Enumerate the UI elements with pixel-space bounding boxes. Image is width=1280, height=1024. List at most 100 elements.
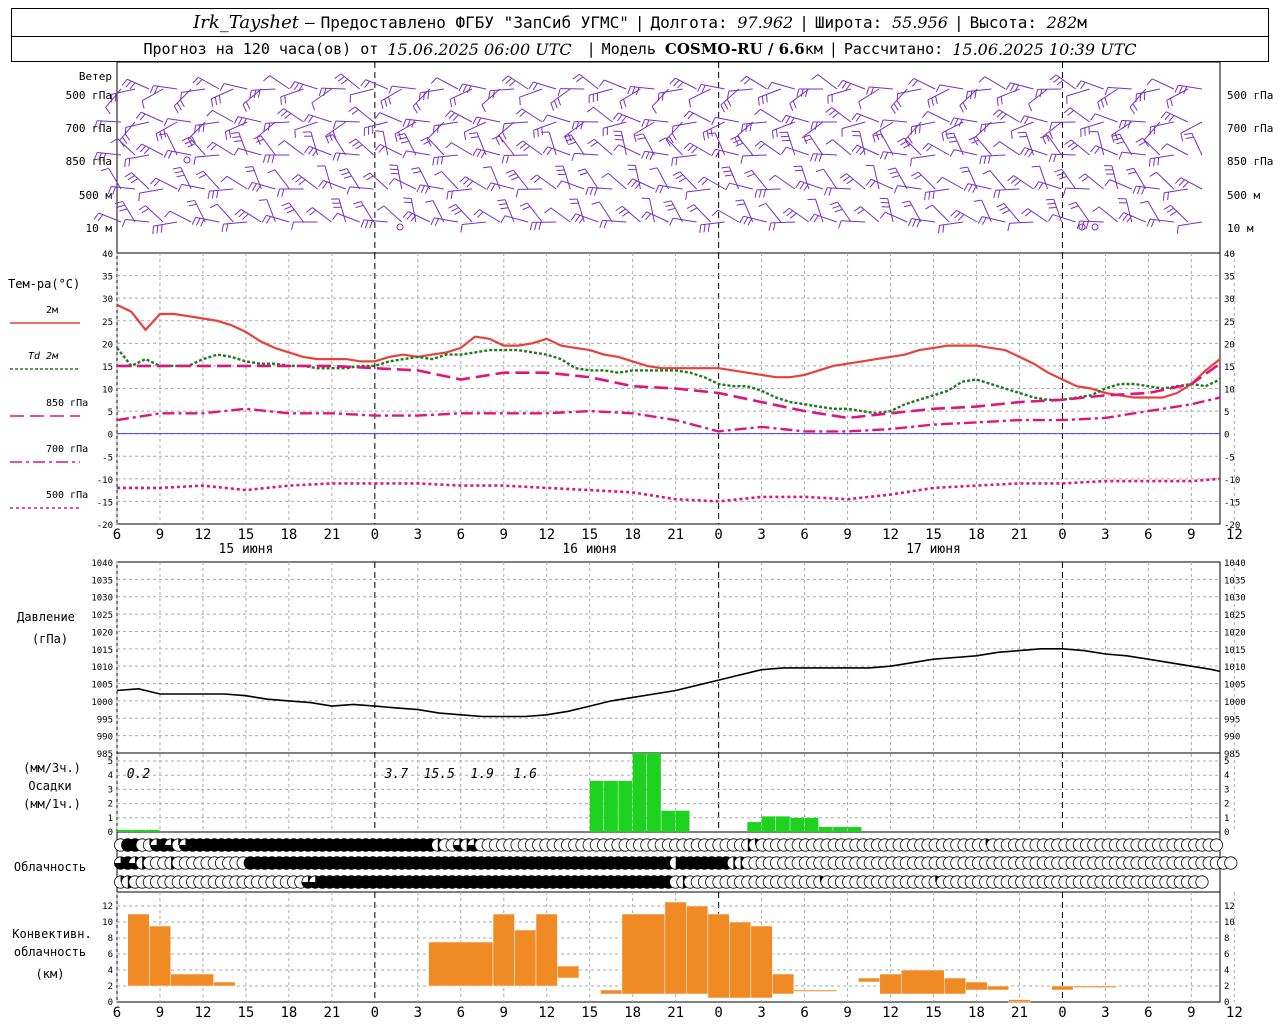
pressure-tick-label: 1030 [1224,594,1246,604]
wind-barb-feather [993,190,996,199]
wind-barb-feather [926,145,933,152]
wind-barb-feather [200,218,205,227]
wind-barb-feather [519,202,528,207]
wind-barb [1129,88,1147,108]
wind-barb-feather [143,147,150,155]
time-tick-label: 9 [843,527,851,543]
wind-barb [479,209,501,223]
wind-barb-feather [828,109,836,116]
wind-barb-feather [893,185,898,194]
precip-bar [761,816,776,832]
wind-barb [1055,74,1076,90]
wind-barb-feather [1132,103,1138,111]
wind-barb [153,221,178,227]
wind-barb-feather [1000,113,1007,121]
wind-barb [1065,187,1090,190]
wind-barb-feather [983,155,987,164]
wind-barb-feather [813,215,819,223]
wind-barb-feather [673,79,680,87]
wind-barb-feather [661,92,664,101]
wind-barb [939,84,964,90]
wind-barb-feather [255,138,264,143]
wind-barb-feather [533,130,535,139]
wind-barb-feather [618,208,626,214]
wind-barb-feather [815,168,824,173]
wind-barb-feather [430,77,438,84]
wind-barb-feather [720,104,725,113]
wind-barb-feather [911,80,918,87]
wind-barb [1080,80,1104,90]
wind-barb-feather [645,151,650,160]
wind-barb-feather [160,224,163,233]
wind-barb [927,111,950,123]
wind-barb-feather [411,167,420,170]
temp-tick-label: 10 [1224,386,1235,396]
wind-barb-feather [825,107,833,113]
wind-barb-feather [362,172,371,178]
wind-barb-feather [649,167,658,171]
wind-barb [181,183,206,190]
wind-barb [337,212,360,223]
wind-barb [873,165,880,190]
wind-barb [117,138,136,156]
wind-barb-feather [740,75,747,83]
wind-barb-feather [218,95,222,104]
wind-barb-feather [1166,100,1170,109]
wind-barb-feather [1048,154,1053,162]
wind-barb-feather [635,133,644,137]
time-tick-label: 21 [1011,1005,1028,1021]
wind-barb-feather [234,208,242,216]
pressure-tick-label: 1035 [1224,576,1246,586]
precip-bar [145,829,160,832]
wind-barb-feather [476,149,482,158]
wind-barb [981,121,1006,126]
wind-barb [841,121,866,130]
wind-barb [448,188,473,193]
precip-tick-label: 1 [108,814,113,824]
wind-level-label: 850 гПа [66,155,112,168]
conv-tick-label: 10 [1224,918,1235,928]
pressure-tick-label: 995 [97,715,113,725]
wind-barb-feather [703,224,706,233]
wind-barb-feather [568,141,577,146]
wind-barb-feather [947,136,956,139]
wind-barb-feather [916,219,921,228]
wind-barb-feather [412,170,422,174]
wind-barb-feather [900,140,908,146]
wind-barb-feather [440,156,444,165]
wind-barb-feather [1028,103,1033,112]
time-tick-label: 21 [1011,527,1028,543]
time-tick-label: 12 [195,1005,212,1021]
wind-barb-feather [112,186,116,195]
wind-barb-feather [495,137,500,146]
wind-barb-feather [1116,141,1125,145]
wind-barb [1151,78,1175,90]
temp-tick-label: 40 [102,250,113,260]
wind-barb-feather [138,205,146,211]
wind-barb [688,88,711,100]
wind-barb [265,121,290,124]
time-tick-label: 9 [500,527,508,543]
wind-barb-feather [444,110,452,117]
wind-barb-feather [139,113,146,121]
wind-barb [238,147,262,156]
conv-unit-label: (км) [36,967,65,981]
wind-barb-feather [172,166,181,170]
wind-barb-feather [919,124,921,133]
wind-barb [1136,88,1160,95]
calm-wind-icon [183,156,191,164]
wind-barb-feather [1176,225,1179,234]
wind-barb-feather [152,226,155,235]
wind-barb [1097,131,1105,156]
wind-barb-feather [931,97,934,106]
wind-barb-feather [687,112,694,120]
wind-barb-feather [671,157,674,166]
wind-barb-feather [1168,115,1175,122]
wind-barb [298,174,318,190]
wind-barb-feather [601,172,609,179]
wind-barb [349,186,374,190]
wind-barb [998,109,1020,123]
wind-barb-feather [214,96,218,105]
time-tick-label: 9 [1187,527,1195,543]
wind-barb-feather [935,95,938,104]
